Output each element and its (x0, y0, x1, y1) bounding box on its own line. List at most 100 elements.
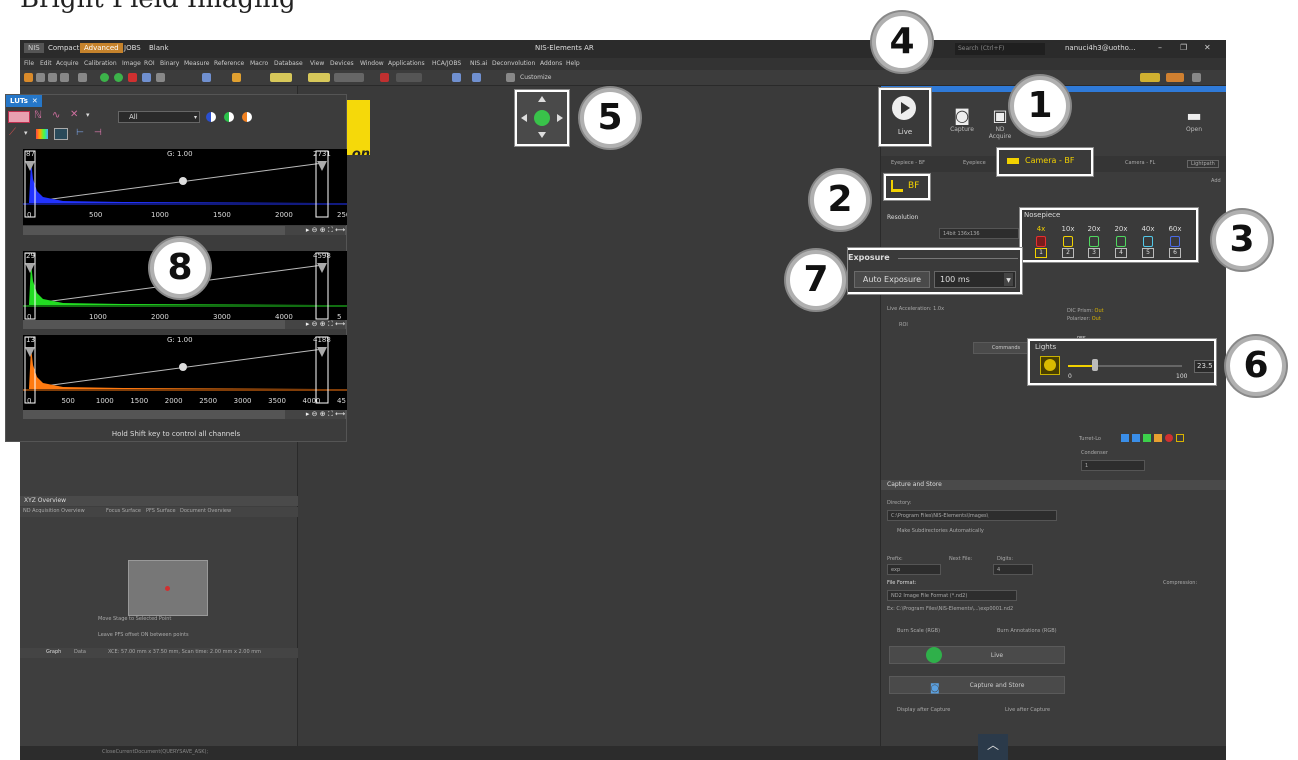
burn-scale-checkbox[interactable]: Burn Scale (RGB) (897, 628, 940, 634)
light-preset-icon[interactable] (270, 73, 292, 82)
green-channel-icon[interactable] (224, 112, 234, 122)
tab-graph[interactable]: Graph (46, 649, 61, 655)
turret-filters[interactable] (1121, 432, 1201, 444)
live-button[interactable]: Live (889, 646, 1065, 664)
menu-deconvolution[interactable]: Deconvolution (492, 60, 535, 67)
tab-eyepiece-bf[interactable]: Eyepiece - BF (891, 160, 925, 166)
tool-icon[interactable] (78, 73, 87, 82)
menu-macro[interactable]: Macro (250, 60, 268, 67)
chevron-up-icon[interactable]: ︿ (978, 734, 1008, 760)
curve2-icon[interactable]: ∿ (52, 110, 60, 121)
minimize-icon[interactable]: – (1158, 43, 1162, 52)
view-icon[interactable] (1192, 73, 1201, 82)
doc-icon[interactable] (506, 73, 515, 82)
tab-eyepiece[interactable]: Eyepiece (963, 160, 986, 166)
menu-image[interactable]: Image (122, 60, 141, 67)
histogram-scrollbar[interactable]: ▸ ⊖ ⊕ ⛶ ⟷ (23, 226, 347, 235)
add-button[interactable]: Add (1211, 178, 1221, 184)
palette-icon[interactable] (1140, 73, 1160, 82)
dropdown-arrow-icon[interactable]: ▾ (86, 111, 90, 119)
menu-roi[interactable]: ROI (144, 60, 155, 67)
maximize-icon[interactable]: ❐ (1180, 43, 1187, 52)
menu-binary[interactable]: Binary (160, 60, 179, 67)
pen-icon[interactable]: ⟋ (9, 127, 16, 138)
menu-file[interactable]: File (24, 60, 34, 67)
grid-icon[interactable] (452, 73, 461, 82)
tab-nd-acquisition-overview[interactable]: ND Acquisition Overview (23, 508, 85, 514)
leave-pfs-checkbox[interactable]: Leave PFS offset ON between points (98, 632, 189, 638)
arrange-icon[interactable] (1166, 73, 1184, 82)
search-input[interactable]: Search (Ctrl+F) (955, 43, 1045, 55)
led-preset-icon[interactable] (308, 73, 330, 82)
tab-camera-fl[interactable]: Camera - FL (1125, 160, 1155, 166)
step-icon[interactable] (396, 73, 422, 82)
histogram-icon[interactable] (36, 129, 48, 139)
chart-icon[interactable] (472, 73, 481, 82)
zoom-controls-icon[interactable]: ▸ ⊖ ⊕ ⛶ ⟷ (285, 320, 345, 329)
tool2-icon[interactable] (156, 73, 165, 82)
save-icon[interactable] (36, 73, 45, 82)
menu-database[interactable]: Database (274, 60, 303, 67)
menu-window[interactable]: Window (360, 60, 384, 67)
luts-tab[interactable]: LUTs ✕ (6, 95, 42, 107)
zoom-controls-icon[interactable]: ▸ ⊖ ⊕ ⛶ ⟷ (285, 226, 345, 235)
user-name[interactable]: nanuci4h3@uotho... (1065, 44, 1135, 52)
tab-advanced[interactable]: Advanced (80, 43, 123, 53)
menu-measure[interactable]: Measure (184, 60, 210, 67)
menu-view[interactable]: View (310, 60, 324, 67)
overlay-icon[interactable] (54, 128, 68, 140)
open-icon[interactable] (24, 73, 33, 82)
condenser-select[interactable]: 1 (1081, 460, 1145, 471)
lightpath-button[interactable]: Lightpath (1187, 160, 1219, 168)
close-icon[interactable]: ✕ (1204, 43, 1211, 52)
tab-jobs[interactable]: JOBS (120, 43, 145, 53)
reset-icon[interactable]: ✕ (70, 109, 78, 120)
light-icon[interactable] (232, 73, 241, 82)
prefix-field[interactable]: exp (887, 564, 941, 575)
resolution-select[interactable]: 14bit 136x136 (939, 228, 1019, 239)
capture-toolbar-icon[interactable] (114, 73, 123, 82)
tab-data[interactable]: Data (74, 649, 86, 655)
tab-compact[interactable]: Compact (44, 43, 83, 53)
directory-field[interactable]: C:\Program Files\NIS-Elements\Images\ (887, 510, 1057, 521)
tab-document-overview[interactable]: Document Overview (180, 508, 231, 514)
record-icon[interactable] (128, 73, 137, 82)
menu-hca-jobs[interactable]: HCA/JOBS (432, 60, 461, 67)
capture-and-store-button[interactable]: ◙ Capture and Store (889, 676, 1065, 694)
layout-icon[interactable] (202, 73, 211, 82)
menu-edit[interactable]: Edit (40, 60, 52, 67)
histogram-scrollbar[interactable]: ▸ ⊖ ⊕ ⛶ ⟷ (23, 320, 347, 329)
menu-reference[interactable]: Reference (214, 60, 244, 67)
redo-icon[interactable] (60, 73, 69, 82)
roi-checkbox[interactable]: ROI (899, 322, 908, 328)
shutter-icon[interactable] (334, 73, 364, 82)
open-button[interactable]: ▬ Open (1179, 106, 1209, 133)
menu-devices[interactable]: Devices (330, 60, 354, 67)
orange-channel-icon[interactable] (242, 112, 252, 122)
tab-focus-surface[interactable]: Focus Surface (106, 508, 141, 514)
undo-icon[interactable] (48, 73, 57, 82)
tab-blank[interactable]: Blank (145, 43, 173, 53)
live-toolbar-icon[interactable] (100, 73, 109, 82)
customize-button[interactable]: Customize (520, 74, 552, 81)
zoom-controls-icon[interactable]: ▸ ⊖ ⊕ ⛶ ⟷ (285, 410, 345, 419)
menu-acquire[interactable]: Acquire (56, 60, 79, 67)
live-after-checkbox[interactable]: Live after Capture (1005, 707, 1050, 713)
tab-pfs-surface[interactable]: PFS Surface (146, 508, 176, 514)
autoscale-icon[interactable]: ⊣ (94, 128, 102, 138)
move-stage-checkbox[interactable]: Move Stage to Selected Point (98, 616, 171, 622)
channel-select[interactable]: All ▾ (118, 111, 200, 123)
capture-button[interactable]: ◙ Capture (947, 106, 977, 133)
lut-mode-icon[interactable] (8, 111, 30, 123)
settings-toolbar-icon[interactable] (142, 73, 151, 82)
menu-nis-ai[interactable]: NIS.ai (470, 60, 487, 67)
file-format-select[interactable]: ND2 Image File Format (*.nd2) (887, 590, 1017, 601)
menu-addons[interactable]: Addons (540, 60, 562, 67)
display-after-checkbox[interactable]: Display after Capture (897, 707, 950, 713)
overview-map[interactable] (128, 560, 208, 616)
stage-icon[interactable] (380, 73, 389, 82)
curve-icon[interactable]: ℕ (34, 110, 42, 121)
histogram-3[interactable]: 13 4188 G: 1.00 0 500 1000 1500 2000 2500 3000 350… (23, 335, 347, 411)
fit-icon[interactable]: ⊢ (76, 128, 84, 138)
histogram-1[interactable]: 87 2731 G: 1.00 0 500 1000 1500 2000 2500 (23, 149, 347, 225)
